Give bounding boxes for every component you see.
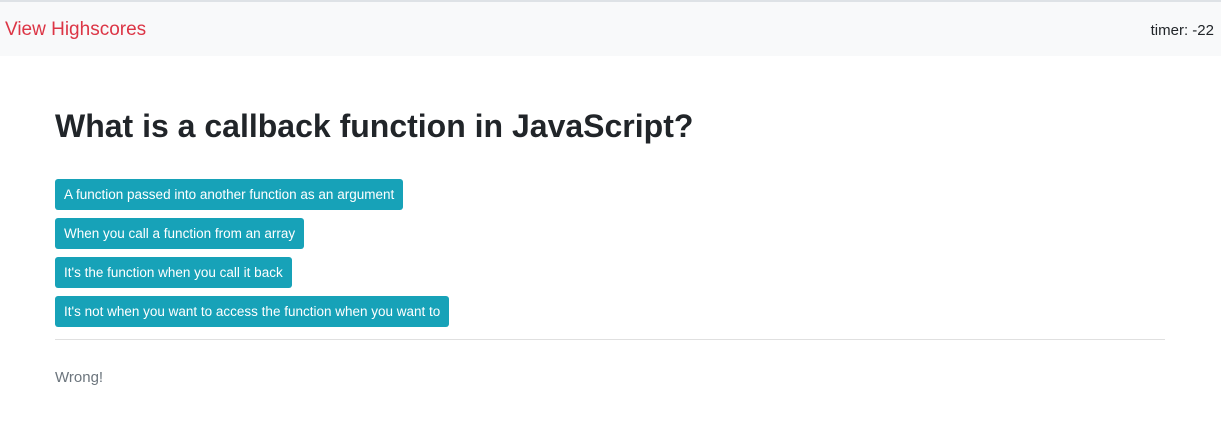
- answer-list: A function passed into another function …: [55, 179, 450, 335]
- timer: timer: -22: [1150, 22, 1214, 39]
- view-highscores-link[interactable]: View Highscores: [5, 19, 146, 41]
- answer-button[interactable]: When you call a function from an array: [55, 218, 305, 249]
- divider: [55, 339, 1165, 340]
- answer-button[interactable]: It's not when you want to access the fun…: [55, 296, 450, 327]
- result-text: Wrong!: [55, 369, 104, 386]
- navbar: View Highscores timer: -22: [0, 0, 1221, 56]
- answer-button[interactable]: A function passed into another function …: [55, 179, 404, 210]
- question-title: What is a callback function in JavaScrip…: [55, 108, 694, 144]
- answer-button[interactable]: It's the function when you call it back: [55, 257, 292, 288]
